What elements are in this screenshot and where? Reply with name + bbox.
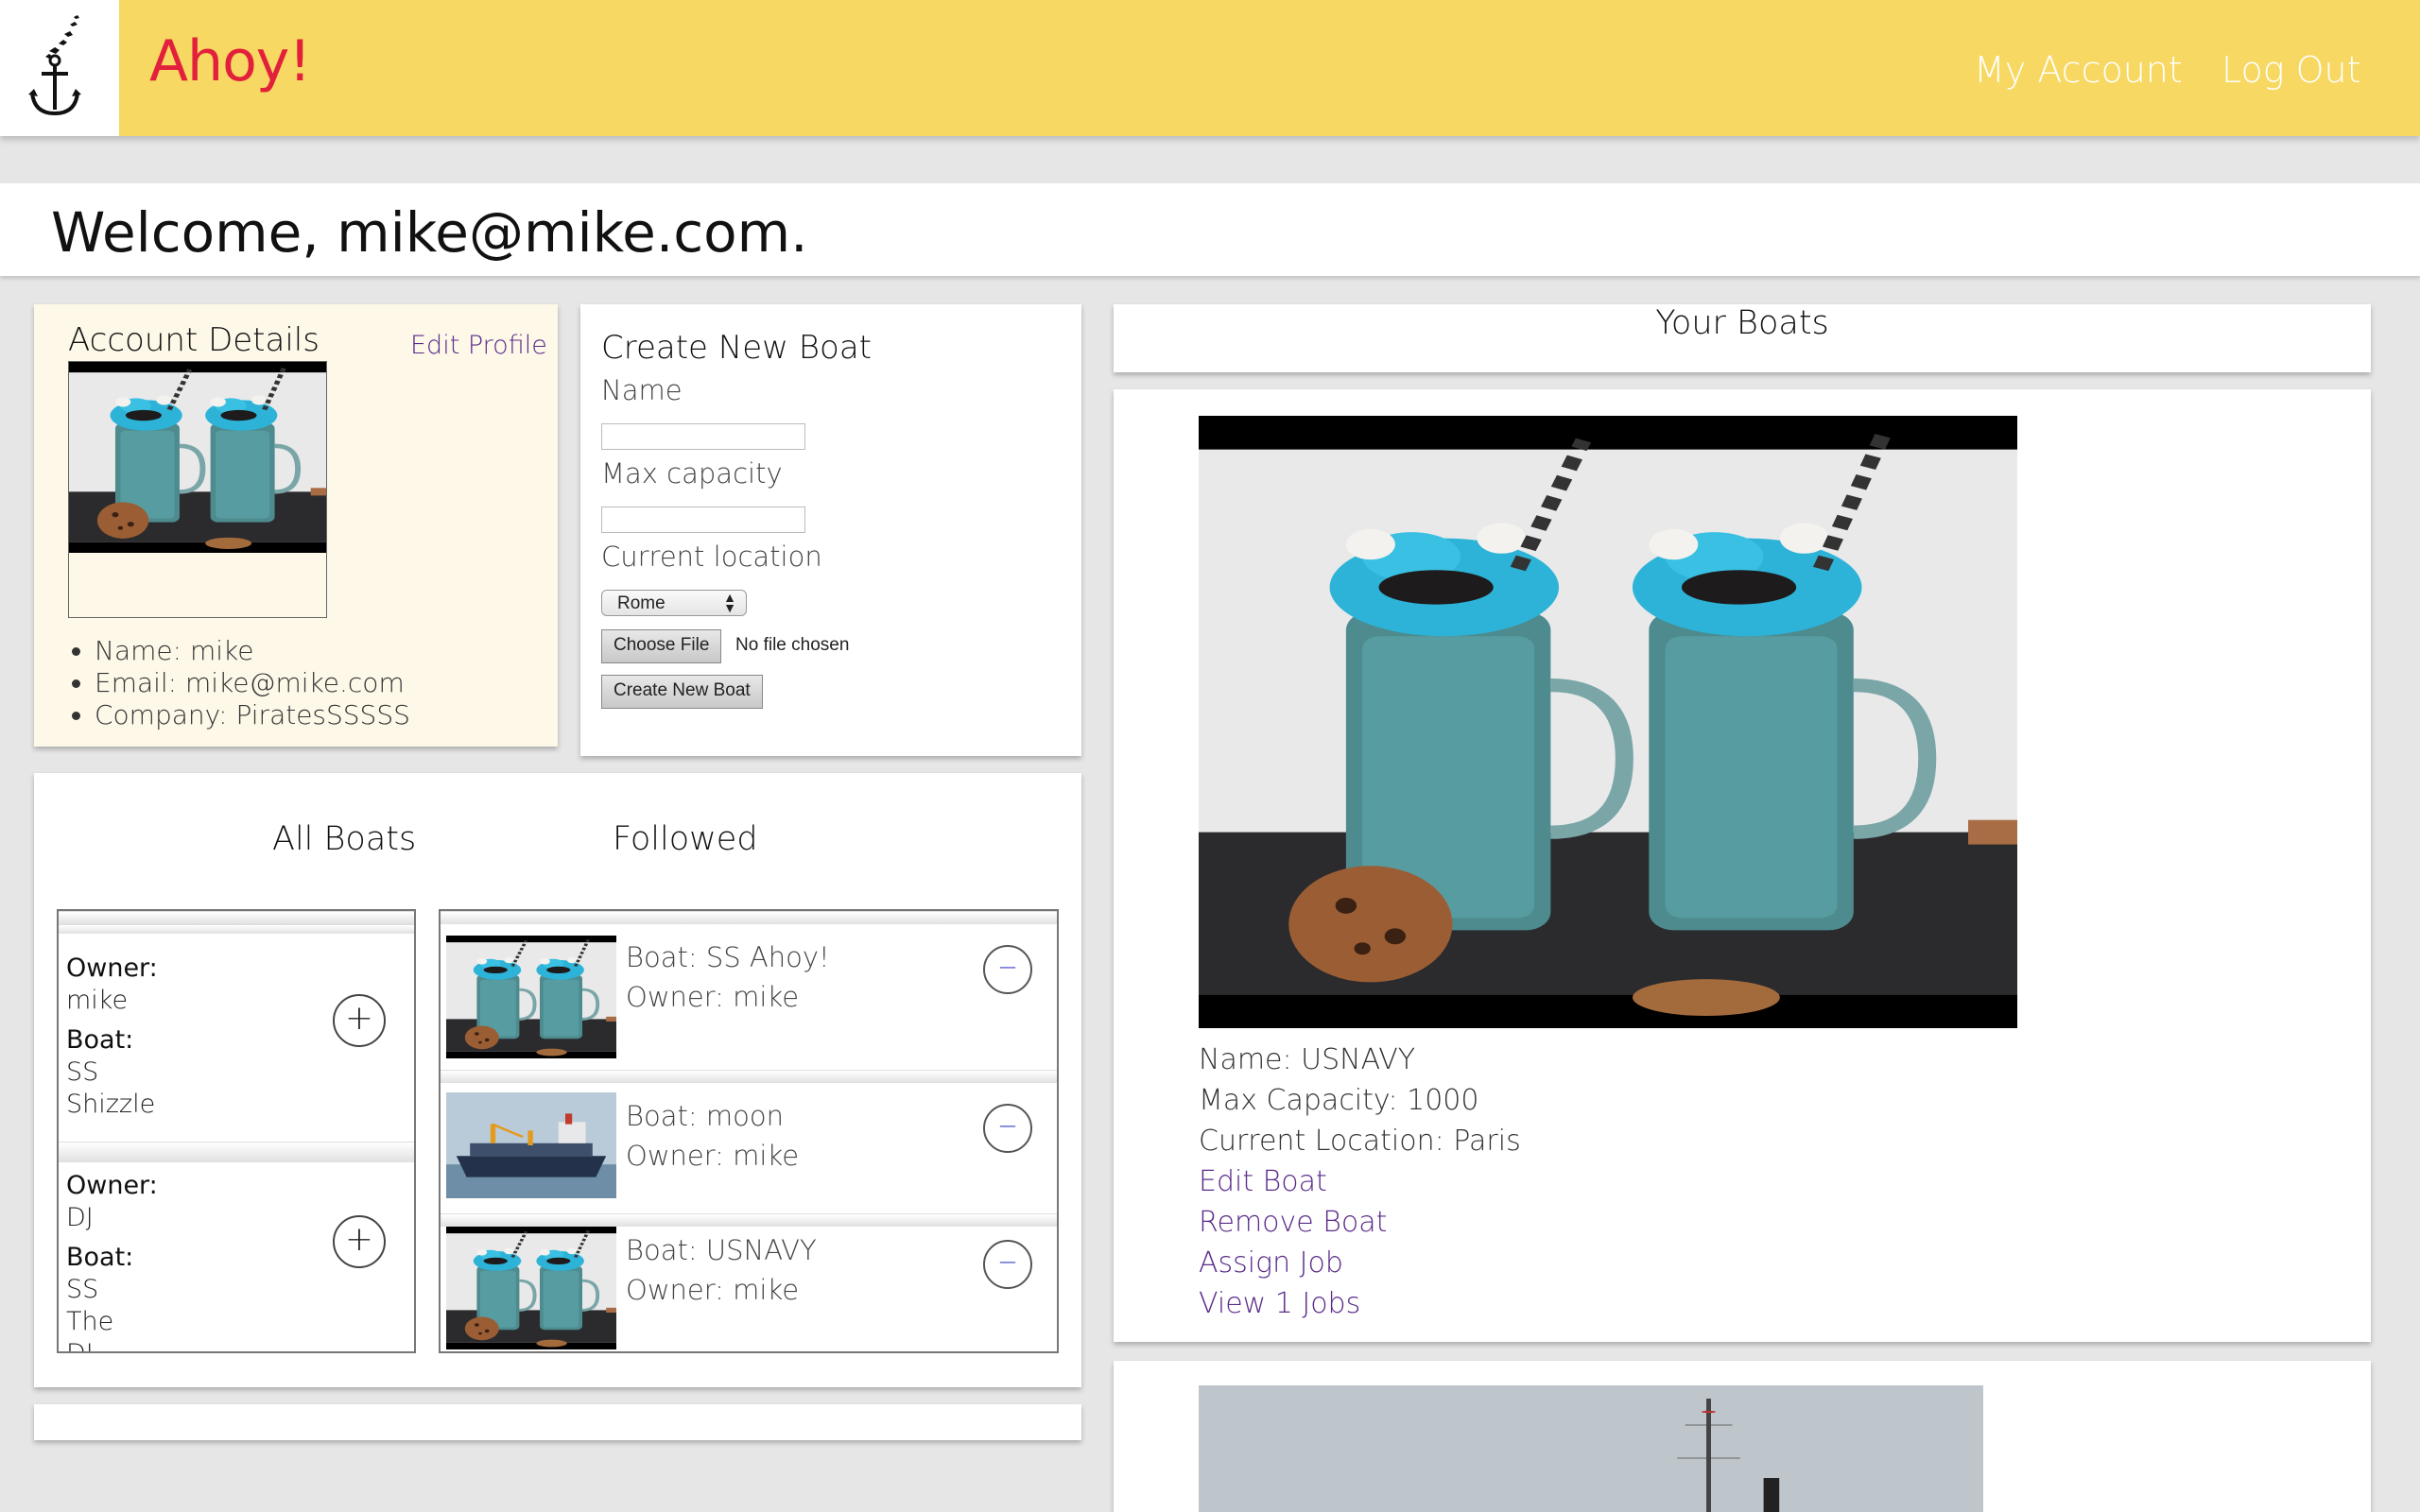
log-out-link[interactable]: Log Out — [2221, 49, 2361, 91]
boat-name-input[interactable] — [601, 423, 805, 450]
list-item: Owner: DJ Boat: SS The DJ + — [59, 1162, 414, 1351]
followed-boats-list[interactable]: Boat: SS Ahoy! Owner: mike − Boat: moon … — [439, 909, 1059, 1353]
boat-thumbnail — [446, 1092, 616, 1198]
followed-boat-owner: Owner: mike — [626, 981, 800, 1013]
boat-key: Boat: — [66, 1025, 134, 1055]
follow-add-button[interactable]: + — [333, 1215, 386, 1268]
top-nav-bar: Ahoy! My Account Log Out — [0, 0, 2420, 136]
file-status: No file chosen — [735, 635, 850, 655]
followed-boat-name: Boat: USNAVY — [626, 1234, 817, 1266]
unfollow-button[interactable]: − — [983, 945, 1032, 994]
boat-value: The — [66, 1307, 114, 1336]
brand-title[interactable]: Ahoy! — [149, 28, 311, 94]
boats-lists-panel: All Boats Followed Owner: mike Boat: SS … — [34, 773, 1081, 1387]
boat-card: Name: USNAVY Max Capacity: 1000 Current … — [1114, 389, 2371, 1342]
all-boats-list[interactable]: Owner: mike Boat: SS Shizzle + Owner: DJ… — [57, 909, 416, 1353]
welcome-heading: Welcome, mike@mike.com. — [51, 200, 808, 265]
boat-value: DJ — [66, 1338, 158, 1351]
remove-boat-link[interactable]: Remove Boat — [1199, 1202, 1521, 1243]
owner-value: DJ — [66, 1203, 94, 1232]
max-capacity-label: Max capacity — [601, 457, 783, 490]
list-item: Boat: moon Owner: mike − — [441, 1083, 1057, 1232]
boat-card — [1114, 1361, 2371, 1512]
create-boat-form: Create New Boat Name Max capacity Curren… — [580, 304, 1081, 756]
your-boats-header: Your Boats — [1114, 304, 2371, 372]
boat-details: Name: USNAVY Max Capacity: 1000 Current … — [1199, 1040, 1521, 1324]
boat-image — [1199, 1385, 1983, 1512]
boat-image — [1199, 416, 2017, 1028]
account-name: Name: mike — [95, 635, 410, 667]
list-item: Boat: USNAVY Owner: mike − — [441, 1227, 1057, 1351]
unfollow-button[interactable]: − — [983, 1104, 1032, 1153]
owner-key: Owner: — [66, 1171, 158, 1200]
unfollow-button[interactable]: − — [983, 1240, 1032, 1289]
your-boats-title: Your Boats — [1655, 304, 1829, 342]
boat-name: Name: USNAVY — [1199, 1043, 1416, 1076]
owner-key: Owner: — [66, 954, 158, 983]
avatar-image — [69, 362, 326, 553]
create-new-boat-button[interactable]: Create New Boat — [601, 675, 763, 709]
account-details-list: Name: mike Email: mike@mike.com Company:… — [95, 635, 410, 731]
boat-thumbnail — [446, 936, 616, 1058]
create-boat-title: Create New Boat — [601, 329, 872, 367]
boat-thumbnail — [446, 1227, 616, 1349]
boat-key: Boat: — [66, 1243, 134, 1272]
boat-value: Shizzle — [66, 1090, 156, 1119]
location-select-value: Rome — [617, 593, 666, 613]
account-details-title: Account Details — [68, 321, 320, 359]
edit-profile-link[interactable]: Edit Profile — [410, 331, 547, 360]
follow-add-button[interactable]: + — [333, 994, 386, 1047]
boat-name-label: Name — [601, 374, 683, 406]
choose-file-button[interactable]: Choose File — [601, 629, 722, 663]
account-company: Company: PiratesSSSSS — [95, 699, 410, 731]
location-select[interactable]: Rome ▲ ▼ — [601, 590, 747, 616]
boat-value: SS — [66, 1275, 99, 1304]
followed-boat-owner: Owner: mike — [626, 1274, 800, 1306]
max-capacity-input[interactable] — [601, 507, 805, 533]
avatar — [68, 361, 327, 618]
followed-boat-name: Boat: SS Ahoy! — [626, 941, 830, 973]
anchor-icon — [28, 15, 81, 116]
my-account-link[interactable]: My Account — [1974, 49, 2183, 91]
account-email: Email: mike@mike.com — [95, 667, 410, 699]
welcome-banner: Welcome, mike@mike.com. — [0, 183, 2420, 276]
boat-location: Current Location: Paris — [1199, 1125, 1521, 1158]
select-arrows-icon: ▲ ▼ — [723, 590, 736, 615]
owner-value: mike — [66, 986, 129, 1015]
footer-strip — [34, 1404, 1081, 1440]
tab-followed[interactable]: Followed — [613, 820, 758, 858]
current-location-label: Current location — [601, 541, 822, 573]
followed-boat-owner: Owner: mike — [626, 1140, 800, 1172]
view-jobs-link[interactable]: View 1 Jobs — [1199, 1283, 1521, 1324]
logo[interactable] — [0, 0, 119, 136]
boat-capacity: Max Capacity: 1000 — [1199, 1084, 1479, 1117]
account-details-panel: Account Details Edit Profile Name: mike … — [34, 304, 558, 747]
tab-all-boats[interactable]: All Boats — [272, 820, 416, 858]
followed-boat-name: Boat: moon — [626, 1100, 784, 1132]
assign-job-link[interactable]: Assign Job — [1199, 1243, 1521, 1283]
edit-boat-link[interactable]: Edit Boat — [1199, 1161, 1521, 1202]
list-item: Boat: SS Ahoy! Owner: mike − — [441, 922, 1057, 1072]
list-item: Owner: mike Boat: SS Shizzle + — [59, 936, 414, 1143]
boat-value: SS — [66, 1057, 99, 1087]
